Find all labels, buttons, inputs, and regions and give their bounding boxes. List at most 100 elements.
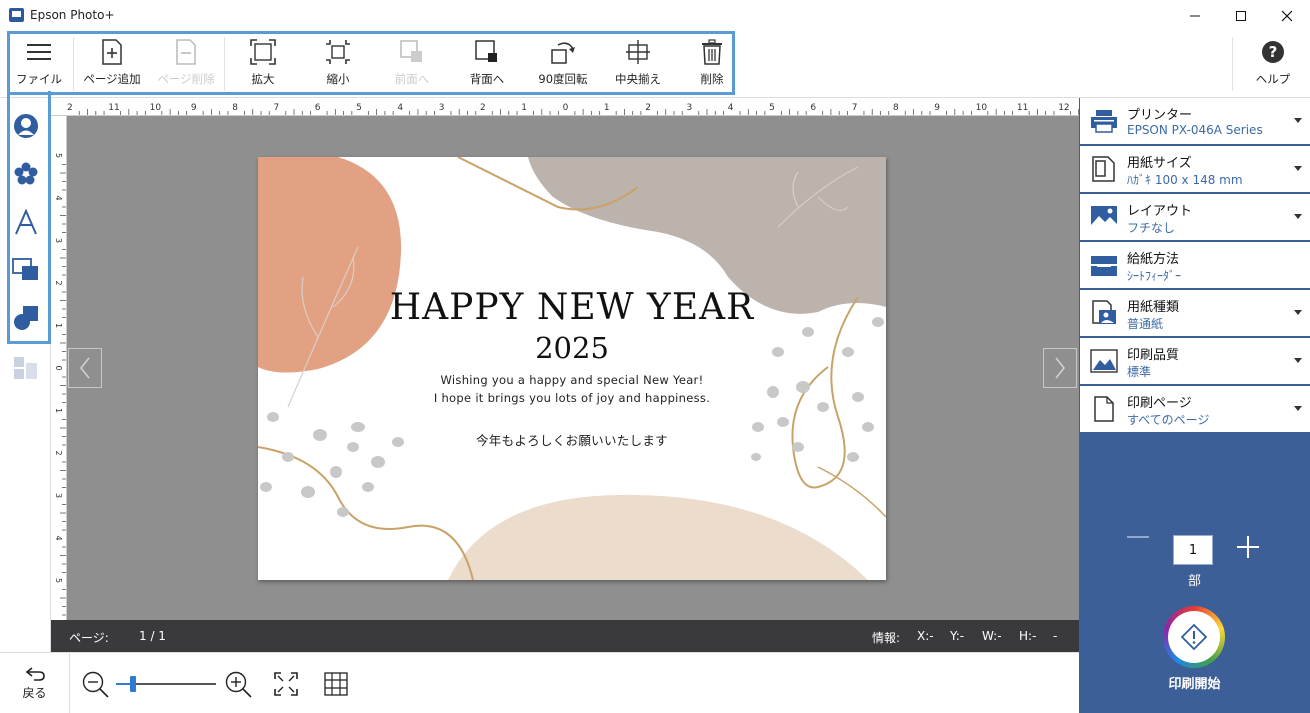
- card-year: 2025: [535, 331, 609, 365]
- layout-tool[interactable]: [0, 346, 51, 390]
- toolbar-divider: [73, 37, 74, 91]
- send-back-label: 背面へ: [469, 72, 505, 86]
- text-icon: [14, 209, 37, 235]
- setting-label: 用紙種類: [1127, 300, 1180, 315]
- setting-paper-feed[interactable]: 給紙方法 ｼｰﾄﾌｨｰﾀﾞｰ: [1080, 242, 1310, 288]
- setting-label: 用紙サイズ: [1127, 156, 1192, 171]
- height-readout: H:-: [1019, 629, 1037, 643]
- shrink-button[interactable]: 縮小: [308, 31, 368, 97]
- zoom-slider-thumb[interactable]: [130, 676, 136, 692]
- paper-size-icon: [1090, 155, 1118, 183]
- zoom-in-icon[interactable]: [225, 671, 253, 699]
- extra-readout: -: [1053, 629, 1058, 643]
- setting-print-quality[interactable]: 印刷品質 標準: [1080, 338, 1310, 384]
- start-print-button[interactable]: [1163, 606, 1225, 668]
- setting-printer[interactable]: プリンター EPSON PX-046A Series: [1080, 98, 1310, 144]
- setting-print-pages[interactable]: 印刷ページすべてのページ: [1080, 386, 1310, 432]
- chevron-down-icon: [1294, 118, 1302, 123]
- ruler-tick-label: 8: [893, 103, 899, 113]
- ruler-tick-label: 1: [54, 408, 63, 413]
- shape-tool[interactable]: [0, 296, 51, 340]
- card-message-line-2: I hope it brings you lots of joy and hap…: [433, 391, 711, 405]
- setting-paper-size[interactable]: 用紙サイズ ﾊｶﾞｷ 100 x 148 mm: [1080, 146, 1310, 192]
- rotate-button[interactable]: 90度回転: [531, 31, 595, 97]
- title-bar: Epson Photo+: [0, 0, 1310, 31]
- card-message-line-1: Wishing you a happy and special New Year…: [440, 373, 704, 387]
- send-back-button[interactable]: 背面へ: [457, 31, 517, 97]
- setting-layout[interactable]: レイアウト フチなし: [1080, 194, 1310, 240]
- ruler-tick-label: 10: [976, 103, 988, 113]
- paper-feed-icon: [1090, 251, 1118, 279]
- add-page-button[interactable]: ページ追加: [78, 31, 146, 97]
- delete-button[interactable]: 削除: [682, 31, 742, 97]
- ruler-tick-label: 10: [150, 103, 162, 113]
- zoom-out-icon[interactable]: [82, 671, 110, 699]
- ruler-tick-label: 4: [54, 536, 63, 541]
- app-icon: [9, 8, 24, 22]
- back-button[interactable]: 戻る: [0, 653, 70, 713]
- ruler-tick-label: 8: [232, 103, 238, 113]
- rotate-icon: [551, 42, 575, 64]
- setting-value: すべてのページ: [1127, 413, 1210, 427]
- postcard-preview[interactable]: HAPPY NEW YEAR 2025 Wishing you a happy …: [258, 157, 886, 580]
- bring-front-button[interactable]: 前面へ: [382, 31, 442, 97]
- ruler-tick-label: 9: [191, 103, 197, 113]
- top-ruler: 2 11 10 9 8 7 6 5 4 3 2 1 0 1 2 3 4 5 6 7 8 9 10 11 12: [51, 98, 1079, 116]
- enlarge-button[interactable]: 拡大: [233, 31, 293, 97]
- file-menu-button[interactable]: ファイル: [8, 31, 70, 97]
- add-photo-tool[interactable]: [0, 104, 51, 148]
- stamp-tool[interactable]: [0, 152, 51, 196]
- bring-front-icon: [400, 40, 422, 62]
- setting-label: 印刷品質: [1127, 348, 1180, 363]
- setting-label: レイアウト: [1127, 204, 1193, 219]
- ruler-tick-label: 2: [54, 281, 63, 286]
- person-icon: [13, 114, 38, 138]
- fit-to-window-icon[interactable]: [274, 672, 298, 696]
- toolbar-divider: [1232, 37, 1233, 91]
- minimize-button[interactable]: [1172, 0, 1218, 31]
- setting-paper-type[interactable]: 用紙種類 普通紙: [1080, 290, 1310, 336]
- layout-grid-icon: [13, 357, 37, 379]
- previous-page-button[interactable]: [68, 348, 102, 388]
- window-title: Epson Photo+: [30, 8, 115, 22]
- delete-page-button[interactable]: ページ削除: [152, 31, 220, 97]
- trash-icon: [702, 39, 722, 65]
- close-button[interactable]: [1264, 0, 1310, 31]
- ruler-tick-label: 1: [604, 103, 610, 113]
- print-pages-icon: [1090, 395, 1118, 423]
- setting-label: 印刷ページ: [1127, 396, 1192, 411]
- ruler-tick-label: 1: [521, 103, 527, 113]
- ruler-tick-label: 5: [356, 103, 362, 113]
- decrease-copies-button[interactable]: [1127, 536, 1149, 538]
- close-icon: [1281, 10, 1293, 21]
- setting-value: 標準: [1127, 365, 1152, 379]
- delete-label: 削除: [700, 72, 724, 86]
- copies-input[interactable]: 1: [1173, 535, 1213, 565]
- back-arrow-icon: [25, 667, 45, 681]
- next-page-button[interactable]: [1043, 348, 1077, 388]
- maximize-icon: [1236, 10, 1246, 21]
- minimize-icon: [1190, 15, 1200, 16]
- grid-icon[interactable]: [324, 672, 348, 696]
- frame-tool[interactable]: [0, 248, 51, 292]
- frame-icon: [11, 258, 38, 280]
- delete-page-icon: [176, 39, 196, 65]
- ruler-tick-label: 6: [315, 103, 321, 113]
- editing-canvas[interactable]: HAPPY NEW YEAR 2025 Wishing you a happy …: [67, 116, 1079, 620]
- ruler-tick-label: 1: [54, 323, 63, 328]
- text-tool[interactable]: [0, 200, 51, 244]
- start-print-label: 印刷開始: [1168, 677, 1221, 692]
- ruler-tick-label: 0: [563, 103, 569, 113]
- help-button[interactable]: ? ヘルプ: [1242, 31, 1304, 97]
- increase-copies-button[interactable]: [1237, 536, 1259, 558]
- setting-label: プリンター: [1127, 108, 1193, 123]
- center-align-button[interactable]: 中央揃え: [606, 31, 670, 97]
- shrink-icon: [326, 40, 350, 64]
- ruler-tick-label: 11: [108, 103, 119, 113]
- maximize-button[interactable]: [1218, 0, 1264, 31]
- help-label: ヘルプ: [1255, 72, 1291, 86]
- ruler-tick-label: 4: [397, 103, 403, 113]
- zoom-slider[interactable]: [116, 676, 216, 692]
- shape-icon: [13, 306, 38, 330]
- card-message-japanese: 今年もよろしくお願いいたします: [475, 433, 668, 448]
